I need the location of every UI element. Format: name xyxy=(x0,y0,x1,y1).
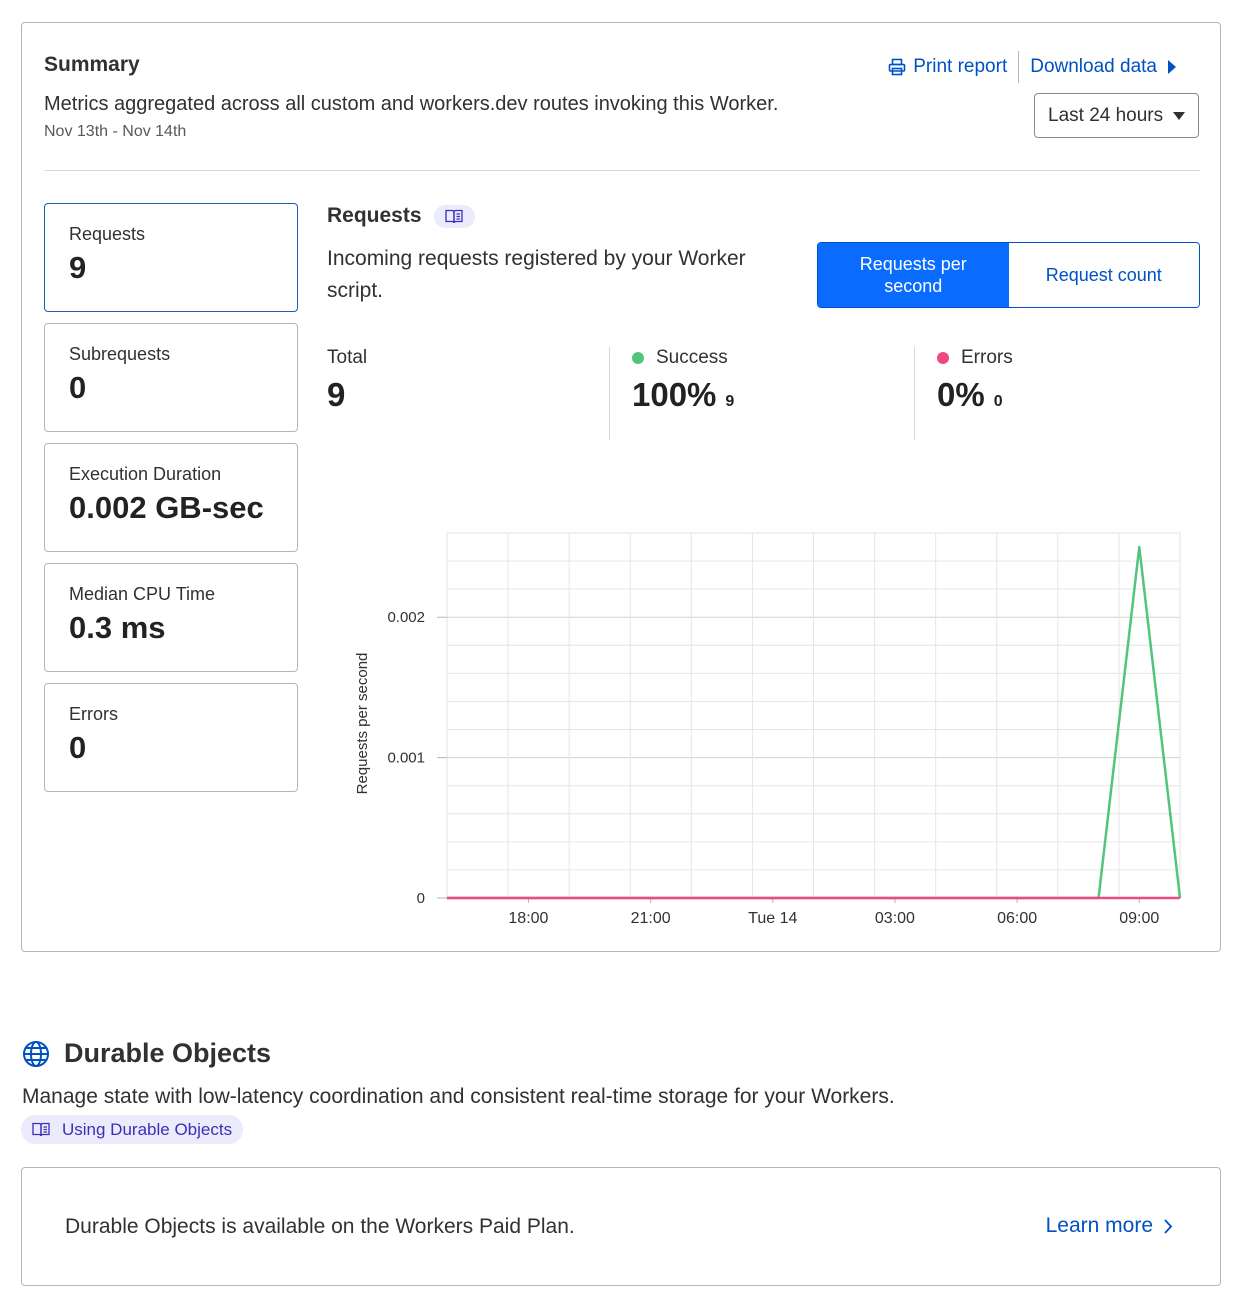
chevron-right-icon xyxy=(1164,1218,1173,1234)
stat-success-count: 9 xyxy=(725,393,735,410)
y-axis-label: Requests per second xyxy=(354,653,371,795)
summary-actions: Print report Download data xyxy=(888,51,1184,83)
requests-description: Incoming requests registered by your Wor… xyxy=(327,247,746,302)
metric-value: 0 xyxy=(69,730,87,765)
book-icon xyxy=(32,1122,50,1137)
metric-card-errors[interactable]: Errors 0 xyxy=(44,683,298,792)
stat-total: Total 9 xyxy=(327,347,367,440)
metric-label: Median CPU Time xyxy=(69,584,216,604)
summary-date-range: Nov 13th - Nov 14th xyxy=(44,123,187,140)
requests-title: Requests xyxy=(327,204,422,227)
plan-availability-text: Durable Objects is available on the Work… xyxy=(65,1215,575,1238)
metric-value: 0.3 ms xyxy=(69,610,166,645)
printer-icon xyxy=(888,58,906,76)
caret-down-icon xyxy=(1173,111,1185,120)
metric-value: 9 xyxy=(69,250,87,285)
stat-success: Success 100% 9 xyxy=(632,347,734,440)
using-durable-objects-link[interactable]: Using Durable Objects xyxy=(21,1115,244,1144)
caret-right-icon xyxy=(1168,60,1176,74)
durable-objects-plan-card: Durable Objects is available on the Work… xyxy=(21,1167,1221,1286)
metric-card-requests[interactable]: Requests 9 xyxy=(44,203,298,312)
x-tick-label: 21:00 xyxy=(631,910,671,927)
metric-value: 0.002 GB-sec xyxy=(69,490,264,525)
stat-divider xyxy=(914,347,915,440)
x-tick-label: 06:00 xyxy=(997,910,1037,927)
x-tick-label: 03:00 xyxy=(875,910,915,927)
summary-card: Summary Metrics aggregated across all cu… xyxy=(21,22,1221,952)
x-tick-label: Tue 14 xyxy=(748,910,797,927)
metric-card-median-cpu-time[interactable]: Median CPU Time 0.3 ms xyxy=(44,563,298,672)
x-tick-label: 09:00 xyxy=(1119,910,1159,927)
stat-errors-count: 0 xyxy=(993,393,1003,410)
using-durable-objects-label: Using Durable Objects xyxy=(62,1119,233,1139)
print-report-label: Print report xyxy=(913,56,1008,77)
metric-value: 0 xyxy=(69,370,87,405)
summary-description: Metrics aggregated across all custom and… xyxy=(44,93,779,115)
summary-title: Summary xyxy=(44,53,140,76)
stat-divider xyxy=(609,347,610,440)
time-range-value: Last 24 hours xyxy=(1048,104,1164,126)
requests-header: Requests xyxy=(327,204,475,228)
requests-per-second-button[interactable]: Requests per second xyxy=(818,243,1009,307)
stat-errors: Errors 0% 0 xyxy=(937,347,1013,440)
stat-errors-label: Errors xyxy=(961,347,1013,368)
requests-metric-toggle: Requests per second Request count xyxy=(817,242,1200,308)
durable-objects-description: Manage state with low-latency coordinati… xyxy=(22,1085,895,1108)
metric-label: Requests xyxy=(69,224,146,244)
durable-objects-header: Durable Objects xyxy=(22,1038,271,1069)
action-divider xyxy=(1018,51,1020,83)
book-icon xyxy=(445,209,463,223)
y-tick-label: 0 xyxy=(417,890,425,907)
y-tick-label: 0.002 xyxy=(387,609,425,626)
stat-success-label: Success xyxy=(656,347,728,368)
metric-card-execution-duration[interactable]: Execution Duration 0.002 GB-sec xyxy=(44,443,298,552)
stat-success-pct: 100% xyxy=(632,376,717,413)
learn-more-label: Learn more xyxy=(1045,1214,1153,1237)
metric-card-subrequests[interactable]: Subrequests 0 xyxy=(44,323,298,432)
learn-more-link[interactable]: Learn more xyxy=(1046,1214,1173,1238)
docs-link-button[interactable] xyxy=(433,204,475,228)
y-tick-label: 0.001 xyxy=(387,750,425,767)
download-data-button[interactable]: Download data xyxy=(1030,56,1184,78)
download-data-label: Download data xyxy=(1030,56,1157,77)
x-tick-label: 18:00 xyxy=(508,910,548,927)
stat-errors-pct: 0% xyxy=(937,376,985,413)
metric-label: Execution Duration xyxy=(69,464,222,484)
metric-label: Subrequests xyxy=(69,344,171,364)
stat-total-value: 9 xyxy=(327,376,346,413)
requests-chart: 18:0021:00Tue 1403:0006:0009:0012:0015:0… xyxy=(354,532,1182,927)
summary-divider xyxy=(44,170,1200,171)
time-range-select[interactable]: Last 24 hours xyxy=(1034,93,1199,138)
print-report-button[interactable]: Print report xyxy=(888,56,1007,78)
request-count-button[interactable]: Request count xyxy=(1008,243,1199,307)
globe-icon xyxy=(23,1040,49,1067)
error-dot-icon xyxy=(937,352,949,364)
metric-label: Errors xyxy=(69,704,118,724)
durable-objects-title: Durable Objects xyxy=(64,1038,272,1068)
success-dot-icon xyxy=(632,352,644,364)
stat-total-label: Total xyxy=(327,347,368,368)
